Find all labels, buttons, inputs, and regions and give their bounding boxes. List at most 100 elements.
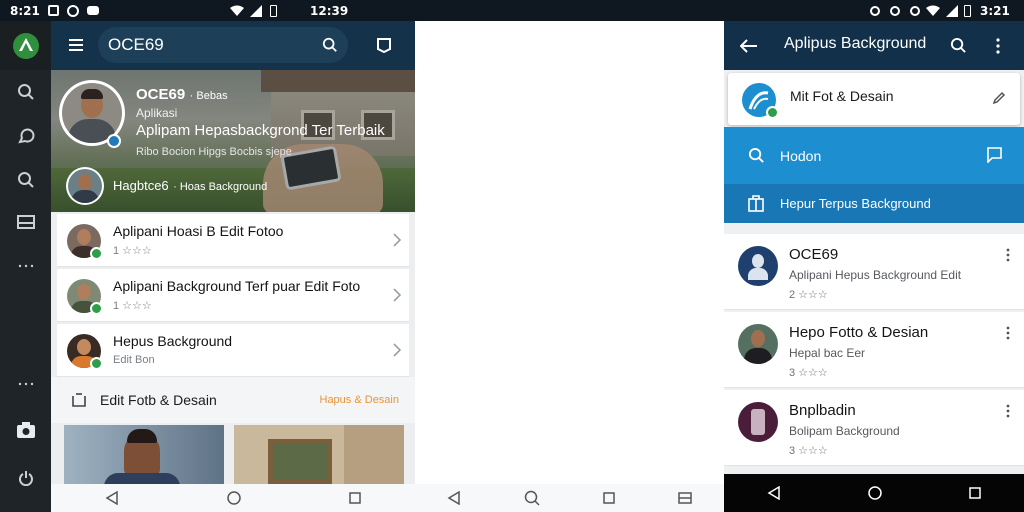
- system-nav-bar: [724, 474, 1024, 512]
- system-nav-bar: [51, 484, 415, 512]
- bookmark-icon[interactable]: [376, 38, 392, 53]
- search-icon[interactable]: [0, 74, 51, 110]
- item-avatar: [738, 402, 778, 442]
- system-nav-bar: [415, 484, 724, 512]
- list-item-rating: 1 ☆☆☆: [113, 245, 152, 257]
- hero-headline: Aplipam Hepasbackgrond Ter Terbaik: [136, 122, 385, 139]
- status-time: 8:21: [10, 3, 40, 18]
- app-logo[interactable]: [0, 21, 51, 70]
- search-icon[interactable]: [950, 37, 967, 54]
- storage-icon: [86, 6, 99, 15]
- list-item-title: Aplipani Hoasi B Edit Fotoo: [113, 223, 284, 239]
- power-icon[interactable]: [0, 460, 51, 496]
- verified-icon: [90, 247, 103, 260]
- search-icon[interactable]: [748, 147, 765, 164]
- hero-line2: Aplikasi: [136, 106, 178, 120]
- storage-tray-icon[interactable]: [0, 204, 51, 240]
- overflow-menu-icon[interactable]: [1006, 326, 1010, 340]
- recents-nav-icon[interactable]: [349, 492, 361, 504]
- status-bar-right: 3:21: [724, 0, 1024, 21]
- status-bar-left: 8:21 12:39: [0, 0, 415, 21]
- overflow-menu-icon[interactable]: [1006, 248, 1010, 262]
- recents-nav-icon[interactable]: [603, 492, 615, 504]
- top-app-bar: Aplipus Background: [724, 21, 1024, 70]
- signal-icon: [250, 4, 262, 17]
- overflow-menu-icon[interactable]: [1006, 404, 1010, 418]
- action-row-label: Hepur Terpus Background: [780, 196, 931, 211]
- device-icon: [748, 195, 764, 212]
- edit-icon[interactable]: [992, 91, 1006, 105]
- list-item[interactable]: Hepus Background Edit Bon: [57, 324, 409, 377]
- chip-subtitle: · Hoas Background: [173, 181, 268, 193]
- signal-icon: [946, 4, 958, 17]
- list-item-rating: 2 ☆☆☆: [789, 289, 828, 301]
- status-time: 3:21: [980, 3, 1010, 18]
- chevron-right-icon: [393, 288, 401, 302]
- item-avatar: [738, 246, 778, 286]
- list-item-rating: 1 ☆☆☆: [113, 300, 152, 312]
- back-arrow-icon[interactable]: [740, 39, 758, 53]
- recents-nav-icon[interactable]: [968, 487, 981, 499]
- search-value: OCE69: [108, 35, 164, 54]
- home-nav-icon[interactable]: [868, 486, 882, 500]
- list-item[interactable]: Hepo Fotto & Desian Hepal bac Eer 3 ☆☆☆: [724, 312, 1024, 388]
- hero-chip[interactable]: Hagbtce6 · Hoas Background: [113, 177, 267, 195]
- section-title: Edit Fotb & Desain: [100, 392, 217, 408]
- list-item-rating: 3 ☆☆☆: [789, 367, 828, 379]
- sync-icon: [66, 4, 79, 17]
- list-item[interactable]: Bnplbadin Bolipam Background 3 ☆☆☆: [724, 390, 1024, 466]
- camera-icon[interactable]: [0, 412, 51, 448]
- left-rail: [0, 70, 51, 512]
- list-item-subtitle: Edit Bon: [113, 354, 155, 366]
- more-dots-icon-2[interactable]: [0, 366, 51, 402]
- back-nav-icon[interactable]: [105, 491, 119, 505]
- verified-icon: [107, 134, 121, 148]
- assistant-nav-icon[interactable]: [524, 490, 540, 506]
- list-item-title: Aplipani Background Terf puar Edit Foto: [113, 278, 361, 294]
- hero-title-row: OCE69 · Bebas: [136, 86, 228, 104]
- gallery-icon: [71, 392, 87, 408]
- section-link[interactable]: Hapus & Desain: [320, 394, 400, 406]
- menu-icon[interactable]: [68, 38, 84, 52]
- wifi-icon: [926, 5, 940, 17]
- alarm-icon-2: [890, 5, 900, 16]
- list-item-subtitle: Bolipam Background: [789, 424, 900, 438]
- sync-icon: [910, 5, 920, 16]
- chevron-right-icon: [393, 343, 401, 357]
- section-header: Edit Fotb & Desain Hapus & Desain: [51, 377, 415, 423]
- thumbnail-image[interactable]: [234, 425, 404, 485]
- app-card-title: Mit Fot & Desain: [790, 88, 894, 104]
- list-item[interactable]: Aplipani Hoasi B Edit Fotoo 1 ☆☆☆: [57, 214, 409, 267]
- verified-icon: [90, 302, 103, 315]
- alarm-icon: [870, 5, 880, 16]
- search-label[interactable]: Hodon: [780, 148, 821, 164]
- hero-name-extra: · Bebas: [189, 90, 228, 102]
- overflow-menu-icon[interactable]: [996, 38, 1000, 54]
- chevron-right-icon: [393, 233, 401, 247]
- search-input[interactable]: OCE69: [98, 27, 348, 63]
- list-item-title: Bnplbadin: [789, 402, 856, 419]
- thumbnail-image[interactable]: [64, 425, 224, 485]
- phone-screen-1: OCE69 OCE69 · Bebas Aplikasi Aplipam Hep…: [51, 21, 415, 512]
- split-screen-nav-icon[interactable]: [678, 492, 693, 504]
- list-item-title: OCE69: [789, 246, 839, 263]
- search-icon-2[interactable]: [0, 162, 51, 198]
- comment-icon[interactable]: [986, 146, 1003, 163]
- search-icon[interactable]: [322, 37, 338, 53]
- more-dots-icon[interactable]: [0, 248, 51, 284]
- back-nav-icon[interactable]: [447, 491, 461, 505]
- list-item-rating: 3 ☆☆☆: [789, 445, 828, 457]
- hero-banner[interactable]: OCE69 · Bebas Aplikasi Aplipam Hepasback…: [51, 70, 415, 212]
- chat-icon[interactable]: [0, 118, 51, 154]
- chip-avatar[interactable]: [66, 167, 104, 205]
- action-row[interactable]: Hepur Terpus Background: [724, 184, 1024, 223]
- app-card[interactable]: Mit Fot & Desain: [728, 73, 1020, 125]
- list-item-title: Hepo Fotto & Desian: [789, 324, 929, 341]
- hero-subtitle: Ribo Bocion Hipgs Bocbis sjepe: [136, 146, 292, 158]
- list-item-title: Hepus Background: [113, 333, 233, 349]
- list-item[interactable]: OCE69 Aplipani Hepus Background Edit 2 ☆…: [724, 234, 1024, 310]
- list-item[interactable]: Aplipani Background Terf puar Edit Foto …: [57, 269, 409, 322]
- battery-icon: [270, 4, 277, 17]
- home-nav-icon[interactable]: [227, 491, 241, 505]
- back-nav-icon[interactable]: [767, 486, 781, 500]
